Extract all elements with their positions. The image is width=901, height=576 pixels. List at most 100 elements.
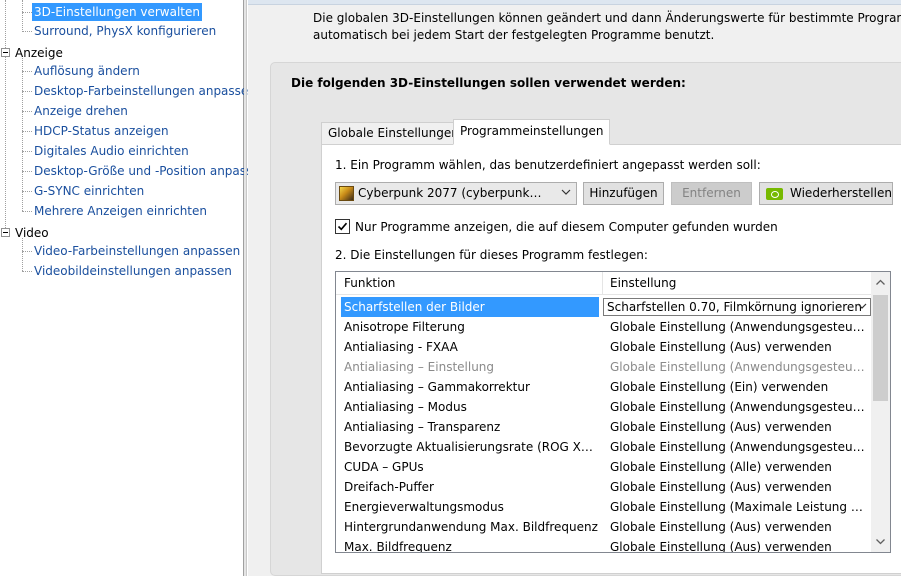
settings-row[interactable]: Antialiasing – Gammakorrektur Globale Ein… <box>336 377 872 397</box>
collapse-anzeige-icon[interactable] <box>1 48 10 57</box>
setting-value-text: Globale Einstellung (Ein) verwenden <box>610 380 829 394</box>
setting-feature-name: Antialiasing – Gammakorrektur <box>344 380 530 394</box>
remove-program-button[interactable]: Entfernen <box>671 182 752 205</box>
settings-row[interactable]: Hintergrundanwendung Max. Bildfrequenz Gl… <box>336 517 872 537</box>
add-program-button[interactable]: Hinzufügen <box>583 182 664 205</box>
program-select-value: Cyberpunk 2077 (cyberpunk2077.exe) <box>358 186 546 200</box>
tree-connector <box>22 58 23 211</box>
setting-feature-name: Antialiasing - FXAA <box>344 340 458 354</box>
setting-feature-name: Antialiasing – Modus <box>344 400 467 414</box>
tree-connector <box>22 151 32 152</box>
tab-program-settings[interactable]: Programmeinstellungen <box>453 119 611 145</box>
tree-item-hdcp-status[interactable]: HDCP-Status anzeigen <box>32 122 171 140</box>
setting-value-text: Scharfstellen 0.70, Filmkörnung ignorier… <box>607 300 862 314</box>
program-select[interactable]: Cyberpunk 2077 (cyberpunk2077.exe) <box>335 182 577 205</box>
restore-button[interactable]: Wiederherstellen <box>759 182 893 205</box>
column-divider[interactable] <box>602 272 603 295</box>
tree-connector <box>22 191 32 192</box>
intro-line-2: automatisch bei jedem Start der festgele… <box>313 28 715 42</box>
tree-item-desktop-color[interactable]: Desktop-Farbeinstellungen anpassen <box>32 82 258 100</box>
tree-connector <box>22 211 32 212</box>
settings-row[interactable]: Antialiasing – Modus Globale Einstellung … <box>336 397 872 417</box>
tree-connector <box>22 251 32 252</box>
setting-feature-name: Anisotrope Filterung <box>344 320 465 334</box>
tree-item-3d-settings[interactable]: 3D-Einstellungen verwalten <box>32 3 202 21</box>
setting-value: Globale Einstellung (Anwendungsgesteuert… <box>610 317 868 337</box>
setting-value: Globale Einstellung (Aus) verwenden <box>610 417 868 437</box>
intro-text: Die globalen 3D-Einstellungen können geä… <box>313 10 901 44</box>
setting-feature-name: CUDA – GPUs <box>344 460 424 474</box>
settings-row[interactable]: Scharfstellen der Bilder Scharfstellen 0.… <box>336 297 872 317</box>
show-found-programs-checkbox[interactable] <box>335 219 350 234</box>
setting-value-text: Globale Einstellung (Anwendungsgesteuert… <box>610 440 868 454</box>
setting-value: Globale Einstellung (Anwendungsgesteuert… <box>610 357 868 377</box>
setting-value-select[interactable]: Scharfstellen 0.70, Filmkörnung ignorier… <box>603 298 871 316</box>
tree-connector <box>22 91 32 92</box>
settings-row[interactable]: Bevorzugte Aktualisierungsrate (ROG XG27… <box>336 437 872 457</box>
checkmark-icon <box>337 222 348 231</box>
setting-value-text: Globale Einstellung (Alle) verwenden <box>610 460 832 474</box>
setting-feature-name: Bevorzugte Aktualisierungsrate (ROG XG27… <box>344 440 600 454</box>
tab-global-settings[interactable]: Globale Einstellungen <box>321 122 466 145</box>
splitter[interactable] <box>244 0 247 576</box>
vertical-scrollbar[interactable] <box>871 272 890 552</box>
setting-feature-name: Antialiasing – Transparenz <box>344 420 501 434</box>
setting-feature-name: Antialiasing – Einstellung <box>344 360 495 374</box>
tree-item-digital-audio[interactable]: Digitales Audio einrichten <box>32 142 191 160</box>
setting-value-text: Globale Einstellung (Anwendungsgesteuert… <box>610 320 868 334</box>
settings-row[interactable]: Antialiasing – Einstellung Globale Einste… <box>336 357 872 377</box>
settings-row[interactable]: Dreifach-Puffer Globale Einstellung (Aus)… <box>336 477 872 497</box>
tree-connector <box>22 111 32 112</box>
scroll-up-icon[interactable] <box>875 277 886 288</box>
settings-list[interactable]: Funktion Einstellung Scharfstellen der B… <box>335 271 891 553</box>
setting-value-text: Globale Einstellung (Aus) verwenden <box>610 480 832 494</box>
tree-connector <box>22 12 32 13</box>
tree-connector <box>22 131 32 132</box>
setting-value-text: Globale Einstellung (Aus) verwenden <box>610 520 832 534</box>
setting-value: Globale Einstellung (Aus) verwenden <box>610 517 868 537</box>
tree-item-video-color[interactable]: Video-Farbeinstellungen anpassen <box>32 242 242 260</box>
settings-row[interactable]: Energieverwaltungsmodus Globale Einstellu… <box>336 497 872 517</box>
collapse-video-icon[interactable] <box>1 228 10 237</box>
settings-row[interactable]: Antialiasing – Transparenz Globale Einste… <box>336 417 872 437</box>
tree-connector <box>5 0 6 234</box>
tree-item-desktop-size[interactable]: Desktop-Größe und -Position anpassen <box>32 162 269 180</box>
settings-row[interactable]: Max. Bildfrequenz Globale Einstellung (Au… <box>336 537 872 553</box>
tree-connector <box>22 71 32 72</box>
scrollbar-thumb[interactable] <box>873 295 888 401</box>
setting-value: Globale Einstellung (Ein) verwenden <box>610 377 868 397</box>
tree-connector <box>22 238 23 271</box>
tree-category-video[interactable]: Video <box>15 224 49 242</box>
tree-category-anzeige[interactable]: Anzeige <box>15 44 63 62</box>
tree-connector <box>22 31 32 32</box>
tree-item-multiple-displays[interactable]: Mehrere Anzeigen einrichten <box>32 202 209 220</box>
settings-row[interactable]: Anisotrope Filterung Globale Einstellung … <box>336 317 872 337</box>
header-strip <box>248 0 901 5</box>
tree-item-surround-physx[interactable]: Surround, PhysX konfigurieren <box>32 22 218 40</box>
setting-value-text: Globale Einstellung (Aus) verwenden <box>610 420 832 434</box>
setting-value: Globale Einstellung (Aus) verwenden <box>610 337 868 357</box>
settings-row[interactable]: Antialiasing - FXAA Globale Einstellung (… <box>336 337 872 357</box>
setting-value: Globale Einstellung (Anwendungsgesteuert… <box>610 437 868 457</box>
panel-title: Die folgenden 3D-Einstellungen sollen ve… <box>291 76 686 90</box>
chevron-down-icon <box>857 303 867 309</box>
navigation-tree: 3D-Einstellungen verwalten Surround, Phy… <box>0 0 267 576</box>
setting-value: Globale Einstellung (Anwendungsgesteuert… <box>610 397 868 417</box>
column-header-function[interactable]: Funktion <box>344 276 395 290</box>
setting-value-text: Globale Einstellung (Aus) verwenden <box>610 540 832 553</box>
setting-value: Globale Einstellung (Aus) verwenden <box>610 537 868 553</box>
tree-connector <box>22 271 32 272</box>
chevron-down-icon <box>561 189 571 195</box>
tree-item-gsync[interactable]: G-SYNC einrichten <box>32 182 146 200</box>
tree-item-rotate-display[interactable]: Anzeige drehen <box>32 102 130 120</box>
setting-value-text: Globale Einstellung (Maximale Leistung b… <box>610 500 868 514</box>
show-found-programs-label[interactable]: Nur Programme anzeigen, die auf diesem C… <box>355 220 778 234</box>
scroll-down-icon[interactable] <box>875 536 886 547</box>
setting-value: Globale Einstellung (Alle) verwenden <box>610 457 868 477</box>
tree-item-resolution[interactable]: Auflösung ändern <box>32 62 142 80</box>
step1-label: 1. Ein Programm wählen, das benutzerdefi… <box>335 158 761 172</box>
column-header-setting[interactable]: Einstellung <box>610 276 676 290</box>
tree-item-video-image[interactable]: Videobildeinstellungen anpassen <box>32 262 234 280</box>
settings-row[interactable]: CUDA – GPUs Globale Einstellung (Alle) ve… <box>336 457 872 477</box>
setting-feature-name: Dreifach-Puffer <box>344 480 434 494</box>
